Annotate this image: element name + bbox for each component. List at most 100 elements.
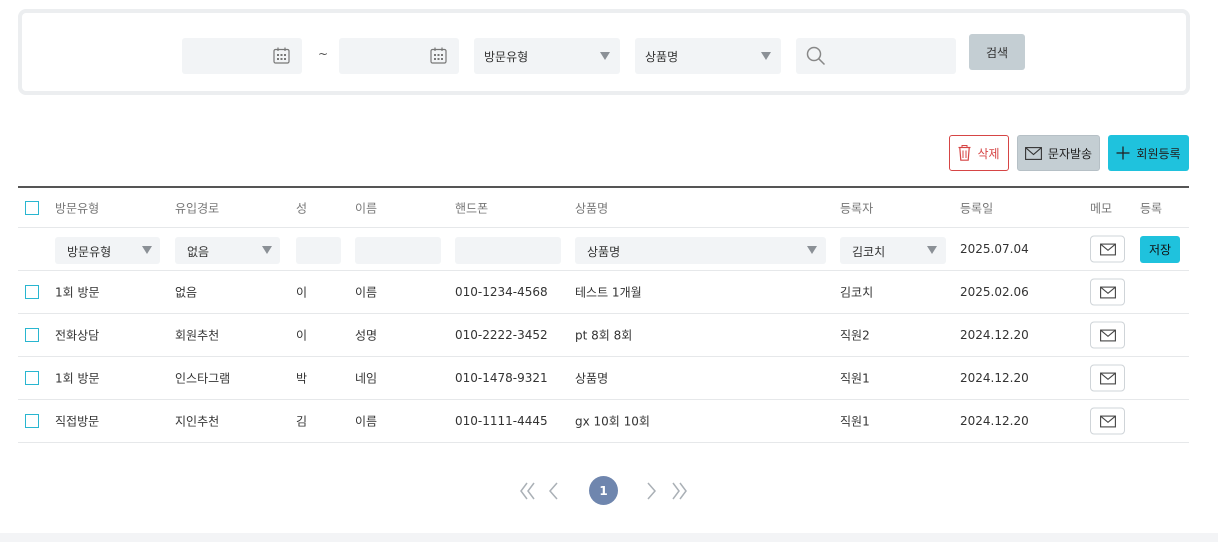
date-range-separator: ~ bbox=[318, 47, 329, 61]
start-date-field[interactable] bbox=[182, 38, 302, 74]
double-chevron-left-icon[interactable] bbox=[519, 481, 537, 501]
end-date-field[interactable] bbox=[339, 38, 459, 74]
chevron-left-icon[interactable] bbox=[547, 481, 559, 501]
table-row[interactable]: 1회 방문 인스타그램 박 네임 010-1478-9321 상품명 직원1 2024.12.… bbox=[18, 357, 1189, 400]
product-select[interactable]: 상품명 bbox=[635, 38, 781, 74]
table-row[interactable]: 전화상담 회원추천 이 성명 010-2222-3452 pt 8회 8회 직원2 2024.… bbox=[18, 314, 1189, 357]
mail-icon bbox=[1100, 372, 1116, 385]
memo-button[interactable] bbox=[1090, 407, 1125, 435]
cell-date: 2025.02.06 bbox=[960, 285, 1029, 299]
double-chevron-right-icon[interactable] bbox=[670, 481, 688, 501]
cell-first-name: 네임 bbox=[355, 371, 378, 386]
cell-visit-type: 직접방문 bbox=[55, 414, 100, 429]
memo-button[interactable] bbox=[1090, 235, 1125, 263]
new-date-value: 2025.07.04 bbox=[960, 242, 1029, 256]
table-header-row: 방문유형 유입경로 성 이름 핸드폰 상품명 등록자 등록일 메모 등록 bbox=[18, 186, 1189, 228]
save-button[interactable]: 저장 bbox=[1140, 236, 1180, 263]
cell-last-name: 박 bbox=[296, 371, 308, 386]
page: ~ 방문유형 상품명 검색 삭제 문자발송 회원등록 방문유형 유입경로 성 이… bbox=[0, 0, 1218, 533]
new-registrar-value: 김코치 bbox=[852, 245, 886, 259]
cell-date: 2024.12.20 bbox=[960, 371, 1029, 385]
row-checkbox[interactable] bbox=[25, 328, 39, 342]
cell-last-name: 김 bbox=[296, 414, 308, 429]
column-header-phone: 핸드폰 bbox=[455, 201, 489, 215]
new-first-name-input[interactable] bbox=[355, 237, 441, 264]
search-input[interactable] bbox=[796, 38, 956, 74]
new-last-name-input[interactable] bbox=[296, 237, 341, 264]
column-header-date: 등록일 bbox=[960, 201, 994, 215]
cell-product: pt 8회 8회 bbox=[575, 328, 633, 343]
column-header-source: 유입경로 bbox=[175, 201, 220, 215]
column-header-visit-type: 방문유형 bbox=[55, 201, 100, 215]
visit-type-select[interactable]: 방문유형 bbox=[474, 38, 620, 74]
visit-type-select-value: 방문유형 bbox=[484, 50, 529, 64]
mail-icon bbox=[1100, 243, 1116, 256]
row-checkbox[interactable] bbox=[25, 371, 39, 385]
search-button[interactable]: 검색 bbox=[969, 34, 1025, 70]
cell-first-name: 성명 bbox=[355, 328, 378, 343]
column-header-memo: 메모 bbox=[1090, 201, 1113, 215]
cell-date: 2024.12.20 bbox=[960, 328, 1029, 342]
cell-product: 상품명 bbox=[575, 371, 609, 386]
new-product-select[interactable]: 상품명 bbox=[575, 237, 826, 264]
cell-visit-type: 전화상담 bbox=[55, 328, 100, 343]
chevron-right-icon[interactable] bbox=[646, 481, 658, 501]
new-product-value: 상품명 bbox=[587, 245, 621, 259]
select-all-checkbox[interactable] bbox=[25, 200, 39, 215]
plus-icon bbox=[1116, 146, 1130, 160]
table-row[interactable]: 직접방문 지인추천 김 이름 010-1111-4445 gx 10회 10회 직원1 202… bbox=[18, 400, 1189, 443]
cell-registrar: 직원2 bbox=[840, 328, 870, 343]
product-select-value: 상품명 bbox=[645, 50, 679, 64]
delete-button[interactable]: 삭제 bbox=[949, 135, 1009, 171]
pagination-current-page[interactable]: 1 bbox=[589, 476, 618, 505]
cell-source: 없음 bbox=[175, 285, 198, 300]
member-table: 방문유형 유입경로 성 이름 핸드폰 상품명 등록자 등록일 메모 등록 방문유… bbox=[18, 186, 1189, 443]
cell-phone: 010-2222-3452 bbox=[455, 328, 548, 342]
new-registrar-select[interactable]: 김코치 bbox=[840, 237, 946, 264]
caret-down-icon bbox=[927, 246, 937, 254]
cell-product: 테스트 1개월 bbox=[575, 285, 642, 300]
cell-source: 지인추천 bbox=[175, 414, 220, 429]
cell-last-name: 이 bbox=[296, 285, 308, 300]
mail-icon bbox=[1100, 286, 1116, 299]
trash-icon bbox=[958, 145, 971, 161]
row-checkbox[interactable] bbox=[25, 285, 39, 299]
mail-icon bbox=[1100, 329, 1116, 342]
caret-down-icon bbox=[262, 246, 272, 254]
cell-product: gx 10회 10회 bbox=[575, 414, 650, 429]
table-row[interactable]: 1회 방문 없음 이 이름 010-1234-4568 테스트 1개월 김코치 2025.02… bbox=[18, 271, 1189, 314]
cell-visit-type: 1회 방문 bbox=[55, 285, 100, 300]
column-header-registrar: 등록자 bbox=[840, 201, 874, 215]
new-phone-input[interactable] bbox=[455, 237, 561, 264]
row-checkbox[interactable] bbox=[25, 414, 39, 428]
column-header-product: 상품명 bbox=[575, 201, 609, 215]
memo-button[interactable] bbox=[1090, 321, 1125, 349]
mail-icon bbox=[1100, 415, 1116, 428]
cell-phone: 010-1111-4445 bbox=[455, 414, 548, 428]
memo-button[interactable] bbox=[1090, 364, 1125, 392]
new-source-value: 없음 bbox=[187, 245, 210, 259]
filter-panel: ~ 방문유형 상품명 검색 bbox=[18, 9, 1190, 95]
cell-registrar: 직원1 bbox=[840, 414, 870, 429]
send-sms-button[interactable]: 문자발송 bbox=[1017, 135, 1100, 171]
caret-down-icon bbox=[807, 246, 817, 254]
column-header-register: 등록 bbox=[1140, 201, 1163, 215]
calendar-icon[interactable] bbox=[430, 47, 447, 64]
register-member-button-label: 회원등록 bbox=[1136, 146, 1181, 161]
cell-first-name: 이름 bbox=[355, 285, 378, 300]
caret-down-icon bbox=[761, 52, 771, 60]
memo-button[interactable] bbox=[1090, 278, 1125, 306]
new-visit-type-value: 방문유형 bbox=[67, 245, 112, 259]
new-visit-type-select[interactable]: 방문유형 bbox=[55, 237, 160, 264]
delete-button-label: 삭제 bbox=[977, 146, 1000, 161]
send-sms-button-label: 문자발송 bbox=[1047, 146, 1093, 161]
register-member-button[interactable]: 회원등록 bbox=[1108, 135, 1189, 171]
calendar-icon[interactable] bbox=[273, 47, 290, 64]
column-header-first-name: 이름 bbox=[355, 201, 378, 215]
mail-icon bbox=[1024, 146, 1042, 160]
cell-visit-type: 1회 방문 bbox=[55, 371, 100, 386]
cell-phone: 010-1478-9321 bbox=[455, 371, 548, 385]
new-source-select[interactable]: 없음 bbox=[175, 237, 280, 264]
cell-source: 인스타그램 bbox=[175, 371, 231, 386]
cell-registrar: 김코치 bbox=[840, 285, 874, 300]
